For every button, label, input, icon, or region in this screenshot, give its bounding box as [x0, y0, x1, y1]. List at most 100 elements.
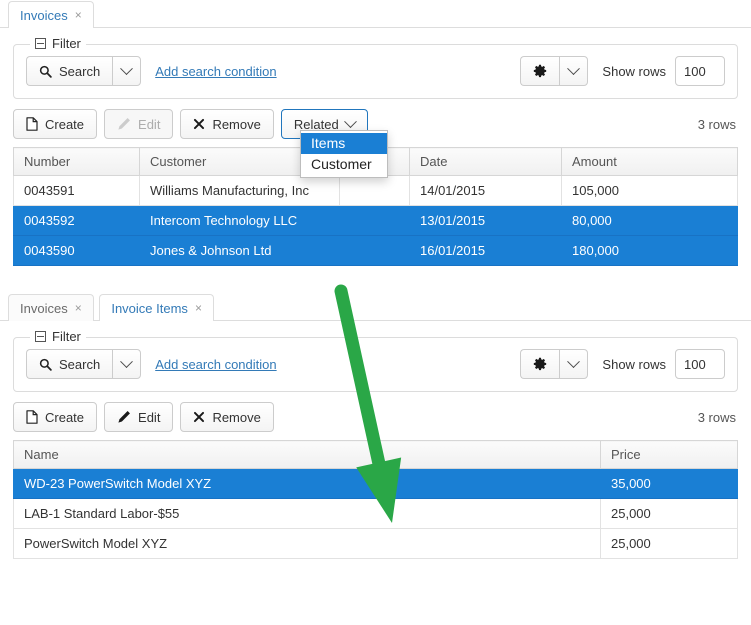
cell-date: 14/01/2015 — [409, 175, 562, 206]
table-row[interactable]: 0043592 Intercom Technology LLC 13/01/20… — [13, 205, 738, 236]
cell-customer: Intercom Technology LLC — [139, 205, 340, 236]
tab-invoices[interactable]: Invoices × — [8, 1, 94, 28]
edit-button-label: Edit — [138, 409, 161, 425]
cell-date: 13/01/2015 — [409, 205, 562, 236]
invoices-toolbar: Create Edit Remove Related 3 rows Items … — [0, 99, 751, 178]
edit-button[interactable]: Edit — [104, 402, 174, 432]
cell-customer: Jones & Johnson Ltd — [139, 235, 340, 266]
invoice-items-grid-wrap: Name Price WD-23 PowerSwitch Model XYZ 3… — [0, 440, 751, 559]
app-screen: Invoices × Filter Search Add search cond… — [0, 0, 751, 625]
cell-extra — [339, 205, 410, 236]
cell-price: 35,000 — [600, 468, 738, 499]
remove-button-label: Remove — [212, 116, 261, 132]
create-button[interactable]: Create — [13, 109, 98, 139]
cell-amount: 80,000 — [561, 205, 738, 236]
chevron-down-icon — [567, 354, 581, 368]
search-button[interactable]: Search — [26, 349, 113, 379]
menu-item-items[interactable]: Items — [301, 133, 387, 154]
collapse-icon[interactable] — [35, 331, 46, 342]
invoice-items-grid: Name Price WD-23 PowerSwitch Model XYZ 3… — [13, 440, 738, 559]
search-dropdown-toggle[interactable] — [112, 349, 142, 379]
invoices-row-count: 3 rows — [697, 116, 736, 132]
invoice-items-filter-fieldset: Filter Search Add search condition Show … — [13, 329, 738, 392]
table-row[interactable]: WD-23 PowerSwitch Model XYZ 35,000 — [13, 468, 738, 499]
file-icon — [26, 117, 38, 131]
tab-invoices-label: Invoices — [20, 7, 68, 23]
cell-price: 25,000 — [600, 528, 738, 559]
close-icon[interactable]: × — [75, 302, 82, 314]
collapse-icon[interactable] — [35, 38, 46, 49]
chevron-down-icon — [343, 114, 357, 128]
cell-number: 0043590 — [13, 235, 140, 266]
invoice-items-panel: Invoices × Invoice Items × Filter Search… — [0, 293, 751, 559]
cell-date: 16/01/2015 — [409, 235, 562, 266]
show-rows-label: Show rows — [602, 63, 666, 79]
chevron-down-icon — [567, 61, 581, 75]
invoice-items-row-count: 3 rows — [697, 409, 736, 425]
settings-dropdown-toggle[interactable] — [559, 56, 589, 86]
cell-extra — [339, 235, 410, 266]
settings-dropdown-toggle[interactable] — [559, 349, 589, 379]
remove-button[interactable]: Remove — [180, 402, 274, 432]
cell-name: PowerSwitch Model XYZ — [13, 528, 601, 559]
filter-legend-label: Filter — [52, 329, 81, 344]
chevron-down-icon — [120, 354, 134, 368]
create-button[interactable]: Create — [13, 402, 98, 432]
table-row[interactable]: 0043590 Jones & Johnson Ltd 16/01/2015 1… — [13, 235, 738, 266]
invoices-filter-legend: Filter — [30, 36, 86, 52]
settings-button[interactable] — [520, 56, 560, 86]
show-rows-input[interactable] — [675, 56, 725, 86]
invoices-panel: Invoices × Filter Search Add search cond… — [0, 0, 751, 266]
invoices-filter-wrap: Filter Search Add search condition Show … — [0, 28, 751, 99]
invoice-items-filter-legend: Filter — [30, 329, 86, 345]
tab-invoice-items[interactable]: Invoice Items × — [99, 294, 214, 321]
column-header-date[interactable]: Date — [409, 147, 562, 176]
tab-invoices-secondary-label: Invoices — [20, 300, 68, 316]
column-header-number[interactable]: Number — [13, 147, 140, 176]
search-dropdown-toggle[interactable] — [112, 56, 142, 86]
invoice-items-filter-row: Search Add search condition Show rows 10… — [26, 349, 725, 379]
cell-amount: 180,000 — [561, 235, 738, 266]
cell-extra — [339, 175, 410, 206]
settings-button[interactable] — [520, 349, 560, 379]
search-button[interactable]: Search — [26, 56, 113, 86]
menu-item-customer[interactable]: Customer — [301, 154, 387, 175]
cell-number: 0043591 — [13, 175, 140, 206]
show-rows-input[interactable] — [675, 349, 725, 379]
column-header-price[interactable]: Price — [600, 440, 738, 469]
table-row[interactable]: PowerSwitch Model XYZ 25,000 — [13, 528, 738, 559]
gear-icon — [533, 64, 547, 78]
column-header-amount[interactable]: Amount — [561, 147, 738, 176]
invoices-tabbar: Invoices × — [0, 0, 751, 28]
close-icon[interactable]: × — [75, 9, 82, 21]
edit-button[interactable]: Edit — [104, 109, 174, 139]
remove-button-label: Remove — [212, 409, 261, 425]
add-search-condition-link[interactable]: Add search condition — [155, 357, 276, 372]
gear-icon — [533, 357, 547, 371]
magnifier-icon — [39, 358, 52, 371]
file-icon — [26, 410, 38, 424]
table-row[interactable]: 0043591 Williams Manufacturing, Inc 14/0… — [13, 175, 738, 206]
pencil-icon — [117, 410, 131, 424]
invoice-items-grid-header-row: Name Price — [13, 440, 738, 469]
filter-legend-label: Filter — [52, 36, 81, 51]
create-button-label: Create — [45, 409, 85, 425]
table-row[interactable]: LAB-1 Standard Labor-$55 25,000 — [13, 498, 738, 529]
search-button-label: Search — [59, 356, 101, 372]
tab-invoices-secondary[interactable]: Invoices × — [8, 294, 94, 321]
close-icon[interactable]: × — [195, 302, 202, 314]
show-rows-label: Show rows — [602, 356, 666, 372]
remove-button[interactable]: Remove — [180, 109, 274, 139]
create-button-label: Create — [45, 116, 85, 132]
pencil-icon — [117, 117, 131, 131]
invoices-filter-fieldset: Filter Search Add search condition Show … — [13, 36, 738, 99]
column-header-name[interactable]: Name — [13, 440, 601, 469]
chevron-down-icon — [120, 61, 134, 75]
related-dropdown-menu[interactable]: Items Customer — [300, 130, 388, 178]
invoice-items-tabbar: Invoices × Invoice Items × — [0, 293, 751, 321]
add-search-condition-link[interactable]: Add search condition — [155, 64, 276, 79]
cell-amount: 105,000 — [561, 175, 738, 206]
cross-icon — [193, 118, 205, 130]
search-button-label: Search — [59, 63, 101, 79]
edit-button-label: Edit — [138, 116, 161, 132]
